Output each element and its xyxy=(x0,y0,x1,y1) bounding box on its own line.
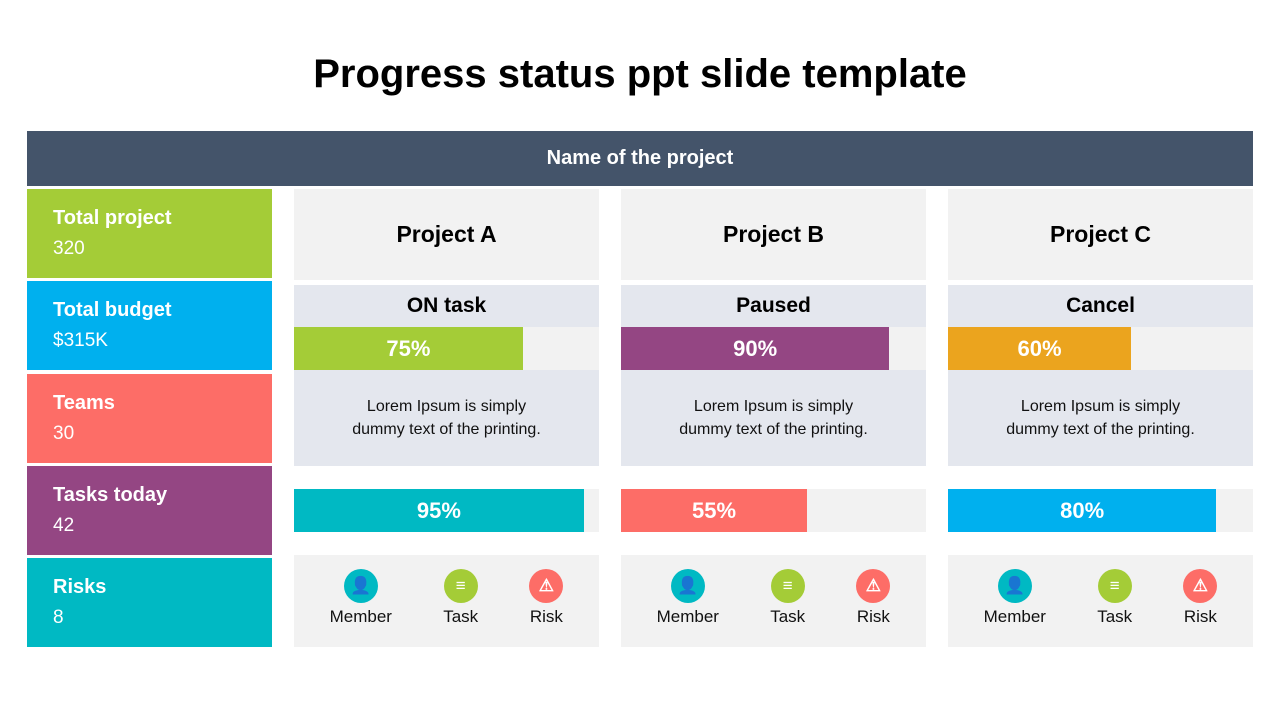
status-progress-bar: 60% xyxy=(948,327,1253,370)
stat-card: Teams 30 xyxy=(27,373,272,463)
icon-label: Risk xyxy=(1183,607,1217,626)
stat-value: 8 xyxy=(53,607,64,629)
stat-card: Total budget $315K xyxy=(27,281,272,371)
project-header: Name of the project xyxy=(27,131,1253,186)
risk-icon: ⚠ xyxy=(529,569,564,603)
progress-fill: 95% xyxy=(294,489,584,532)
icon-label: Task xyxy=(443,607,479,626)
stat-value: 42 xyxy=(53,514,75,536)
risk-icon: ⚠ xyxy=(856,569,891,603)
progress-fill: 80% xyxy=(948,489,1217,532)
icon-label: Risk xyxy=(856,607,890,626)
stat-label: Tasks today xyxy=(53,483,168,506)
risk-item[interactable]: ⚠ Risk xyxy=(856,569,891,647)
icon-label: Risk xyxy=(529,607,563,626)
project-description: Lorem Ipsum is simply dummy text of the p… xyxy=(621,370,926,466)
status-progress-bar: 75% xyxy=(294,327,599,370)
icon-label: Task xyxy=(770,607,806,626)
progress-fill: 55% xyxy=(621,489,808,532)
stat-value: 30 xyxy=(53,422,75,444)
project-description: Lorem Ipsum is simply dummy text of the p… xyxy=(948,370,1253,466)
task-progress-bar: 95% xyxy=(294,489,599,532)
member-icon: 👤 xyxy=(670,569,705,603)
task-item[interactable]: ≡ Task xyxy=(770,569,805,647)
stat-label: Teams xyxy=(53,391,115,414)
stat-card: Total project 320 xyxy=(27,189,272,278)
slide-title: Progress status ppt slide template xyxy=(313,52,967,96)
stat-value: $315K xyxy=(53,330,108,352)
icon-label: Member xyxy=(983,607,1046,626)
task-icon: ≡ xyxy=(443,569,478,603)
progress-fill: 60% xyxy=(948,327,1131,370)
icon-row: 👤 Member ≡ Task ⚠ Risk xyxy=(948,555,1253,647)
task-icon: ≡ xyxy=(770,569,805,603)
member-item[interactable]: 👤 Member xyxy=(984,569,1046,647)
task-item[interactable]: ≡ Task xyxy=(1097,569,1132,647)
task-progress-bar: 80% xyxy=(948,489,1253,532)
member-item[interactable]: 👤 Member xyxy=(330,569,392,647)
task-item[interactable]: ≡ Task xyxy=(443,569,478,647)
stat-label: Risks xyxy=(53,576,107,599)
project-name: Project C xyxy=(948,189,1253,280)
progress-fill: 75% xyxy=(294,327,523,370)
risk-item[interactable]: ⚠ Risk xyxy=(1183,569,1218,647)
stat-card: Tasks today 42 xyxy=(27,465,272,555)
stat-label: Total project xyxy=(53,207,172,229)
icon-label: Member xyxy=(656,607,719,626)
member-icon: 👤 xyxy=(343,569,378,603)
stat-value: 320 xyxy=(53,238,85,259)
risk-icon: ⚠ xyxy=(1183,569,1218,603)
project-status: Paused xyxy=(621,285,926,327)
task-icon: ≡ xyxy=(1097,569,1132,603)
project-description: Lorem Ipsum is simply dummy text of the p… xyxy=(294,370,599,466)
project-name: Project A xyxy=(294,189,599,280)
member-item[interactable]: 👤 Member xyxy=(657,569,719,647)
risk-item[interactable]: ⚠ Risk xyxy=(529,569,564,647)
task-progress-bar: 55% xyxy=(621,489,926,532)
member-icon: 👤 xyxy=(997,569,1032,603)
icon-label: Task xyxy=(1097,607,1133,626)
stat-card: Risks 8 xyxy=(27,558,272,648)
icon-row: 👤 Member ≡ Task ⚠ Risk xyxy=(294,555,599,647)
project-name: Project B xyxy=(621,189,926,280)
icon-label: Member xyxy=(329,607,392,626)
icon-row: 👤 Member ≡ Task ⚠ Risk xyxy=(621,555,926,647)
project-status: ON task xyxy=(294,285,599,327)
project-status: Cancel xyxy=(948,285,1253,327)
stat-label: Total budget xyxy=(53,299,172,322)
progress-fill: 90% xyxy=(621,327,890,370)
status-progress-bar: 90% xyxy=(621,327,926,370)
